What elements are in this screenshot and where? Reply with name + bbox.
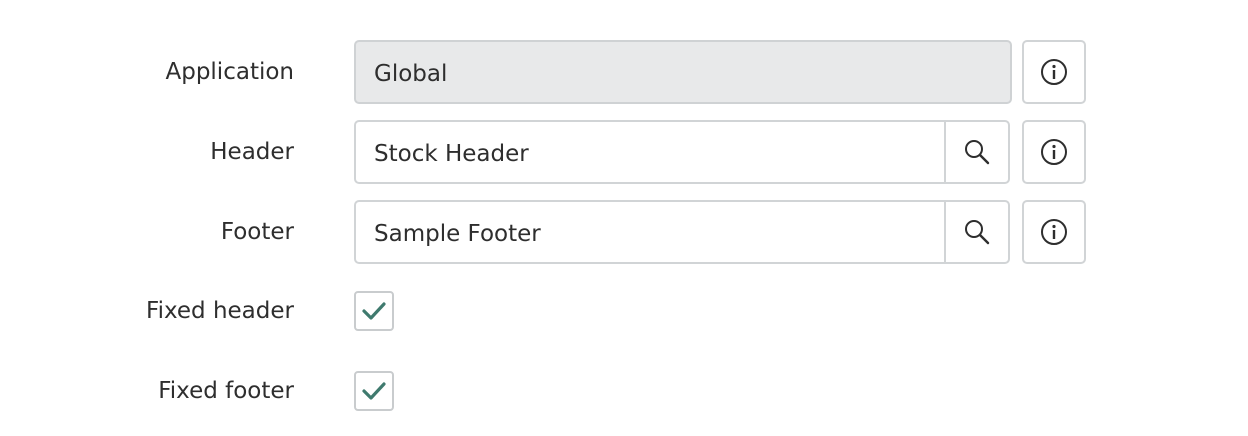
checkmark-icon bbox=[361, 380, 387, 402]
fixed-header-row: Fixed header bbox=[0, 279, 1248, 343]
fixed-header-label: Fixed header bbox=[146, 298, 294, 324]
header-info-button[interactable] bbox=[1022, 120, 1086, 184]
application-row: Application Global bbox=[0, 40, 1248, 104]
fixed-footer-label: Fixed footer bbox=[158, 378, 294, 404]
footer-row: Footer Sample Footer bbox=[0, 200, 1248, 264]
info-icon bbox=[1040, 58, 1068, 86]
footer-field[interactable]: Sample Footer bbox=[354, 200, 1010, 264]
fixed-footer-row: Fixed footer bbox=[0, 359, 1248, 423]
application-info-button[interactable] bbox=[1022, 40, 1086, 104]
header-lookup-button[interactable] bbox=[944, 122, 1008, 182]
header-row: Header Stock Header bbox=[0, 120, 1248, 184]
header-value[interactable]: Stock Header bbox=[374, 122, 529, 182]
application-label: Application bbox=[165, 59, 294, 85]
footer-value[interactable]: Sample Footer bbox=[374, 202, 541, 262]
application-field: Global bbox=[354, 40, 1012, 104]
search-icon bbox=[963, 218, 991, 246]
header-label: Header bbox=[210, 139, 294, 165]
header-field[interactable]: Stock Header bbox=[354, 120, 1010, 184]
footer-lookup-button[interactable] bbox=[944, 202, 1008, 262]
fixed-header-checkbox[interactable] bbox=[354, 291, 394, 331]
search-icon bbox=[963, 138, 991, 166]
application-value: Global bbox=[374, 61, 448, 87]
checkmark-icon bbox=[361, 300, 387, 322]
footer-info-button[interactable] bbox=[1022, 200, 1086, 264]
info-icon bbox=[1040, 218, 1068, 246]
fixed-footer-checkbox[interactable] bbox=[354, 371, 394, 411]
footer-label: Footer bbox=[220, 219, 294, 245]
info-icon bbox=[1040, 138, 1068, 166]
